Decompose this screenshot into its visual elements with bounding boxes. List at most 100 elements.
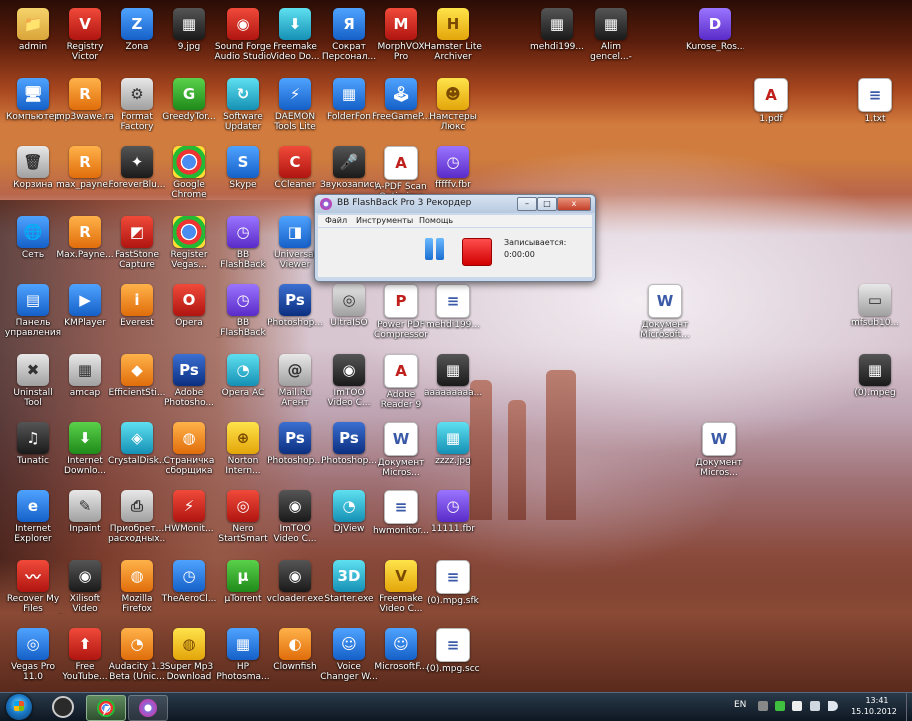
show-desktop-button[interactable]: [906, 693, 912, 721]
desktop-icon[interactable]: ◆ EfficientSti...: [108, 350, 166, 418]
desktop-icon[interactable]: ≡ (0).mpg.sfk: [424, 556, 482, 624]
desktop-icon[interactable]: ⬇ Freemake Video Do...: [266, 4, 324, 72]
volume-icon[interactable]: [828, 701, 838, 711]
desktop-icon[interactable]: ◷BB FlashBack Pro 3 Recor...: [214, 212, 272, 280]
desktop-icon[interactable]: ◉ ImTOO Video C...: [320, 350, 378, 418]
desktop-icon[interactable]: 〰 Recover My Files: [4, 556, 62, 624]
desktop-icon[interactable]: W Документ Micros...: [690, 418, 748, 486]
desktop-icon[interactable]: ≡ 1.txt: [846, 74, 904, 142]
desktop-icon[interactable]: ▤ Панель управления: [4, 280, 62, 348]
desktop-icon[interactable]: ◉ ImTOO Video C...: [266, 486, 324, 554]
desktop-icon[interactable]: µ µTorrent: [214, 556, 272, 624]
desktop-icon[interactable]: ↻ Software Updater: [214, 74, 272, 142]
desktop-icon[interactable]: ✎ Inpaint: [56, 486, 114, 554]
desktop-icon[interactable]: H Hamster Lite Archiver: [424, 4, 482, 72]
clock-time[interactable]: 13:41: [852, 696, 902, 705]
language-indicator[interactable]: EN: [734, 700, 746, 710]
desktop-icon[interactable]: M MorphVOX Pro: [372, 4, 430, 72]
desktop-icon[interactable]: Ps Adobe Photosho...: [160, 350, 218, 418]
desktop-icon[interactable]: A Adobe Reader 9: [372, 350, 430, 418]
desktop-icon[interactable]: ⬆ Free YouTube...: [56, 624, 114, 692]
desktop-icon[interactable]: ▦ 9.jpg: [160, 4, 218, 72]
desktop-icon[interactable]: Rmp3wawe.rar: [56, 74, 114, 142]
desktop-icon[interactable]: W Документ Microsoft...: [636, 280, 694, 348]
desktop-icon[interactable]: e Internet Explorer: [4, 486, 62, 554]
desktop-icon[interactable]: ◷ TheAeroCl...: [160, 556, 218, 624]
desktop-icon[interactable]: ◷ 11111.fbr: [424, 486, 482, 554]
desktop-icon[interactable]: ☻ Намстеры Люкс: [424, 74, 482, 142]
desktop-icon[interactable]: ♫ Tunatic: [4, 418, 62, 486]
desktop-icon[interactable]: ✖ Uninstall Tool: [4, 350, 62, 418]
desktop-icon[interactable]: ◩ FastStone Capture: [108, 212, 166, 280]
desktop-icon[interactable]: ▦ HP Photosma...: [214, 624, 272, 692]
desktop-icon[interactable]: ▦ (0).mpeg: [846, 350, 904, 418]
desktop-icon[interactable]: R Max.Payne...: [56, 212, 114, 280]
minimize-button[interactable]: –: [517, 197, 537, 211]
desktop-icon[interactable]: ▦ mehdi199...: [528, 4, 586, 72]
desktop-icon[interactable]: 🌐 Сеть: [4, 212, 62, 280]
desktop-icon[interactable]: Ps Photoshop...: [266, 280, 324, 348]
desktop-icon[interactable]: 🖥 Компьютер: [4, 74, 62, 142]
window-titlebar[interactable]: BB FlashBack Pro 3 Рекордер – □ x: [315, 195, 595, 213]
desktop-icon[interactable]: Z Zona: [108, 4, 166, 72]
menu-tools[interactable]: Инструменты: [356, 216, 413, 225]
desktop-icon[interactable]: 🕹 FreeGameP...: [372, 74, 430, 142]
desktop-icon[interactable]: ◉Xilisoft Video Converter ...: [56, 556, 114, 624]
desktop-icon[interactable]: ◷BB FlashBack Pro 3 Player: [214, 280, 272, 348]
desktop-icon[interactable]: 🗑 Корзина: [4, 142, 62, 210]
menu-help[interactable]: Помощь: [419, 216, 453, 225]
desktop-icon[interactable]: 3D Starter.exe: [320, 556, 378, 624]
maximize-button[interactable]: □: [537, 197, 557, 211]
desktop-icon[interactable]: i Everest: [108, 280, 166, 348]
desktop-icon[interactable]: ◉ Sound Forge Audio Studio: [214, 4, 272, 72]
desktop-icon[interactable]: ≡ mehdi199...: [424, 280, 482, 348]
menu-file[interactable]: Файл: [325, 216, 347, 225]
desktop-icon[interactable]: ▦ aaaaaaaaa...: [424, 350, 482, 418]
desktop-icon[interactable]: ▦ amcap: [56, 350, 114, 418]
desktop-icon[interactable]: ◔ Audacity 1.3 Beta (Unic...: [108, 624, 166, 692]
desktop-icon[interactable]: ▦Alim gencel...-ta...: [582, 4, 640, 72]
flashback-recorder-window[interactable]: BB FlashBack Pro 3 Рекордер – □ x Файл И…: [314, 194, 596, 282]
stop-button[interactable]: [462, 238, 492, 266]
desktop-icon[interactable]: ◎ Vegas Pro 11.0: [4, 624, 62, 692]
close-button[interactable]: x: [557, 197, 591, 211]
desktop-icon[interactable]: ▶ KMPlayer: [56, 280, 114, 348]
desktop-icon[interactable]: ◔ DjView: [320, 486, 378, 554]
pause-button[interactable]: [421, 236, 447, 262]
desktop-icon[interactable]: Ps Photoshop...: [320, 418, 378, 486]
desktop-icon[interactable]: ◐ Clownfish: [266, 624, 324, 692]
desktop-icon[interactable]: V Freemake Video C...: [372, 556, 430, 624]
desktop-icon[interactable]: Register Vegas...: [160, 212, 218, 280]
desktop-icon[interactable]: ≡ (0).mpg.scc: [424, 624, 482, 692]
desktop-icon[interactable]: ☺ MicrosoftF...: [372, 624, 430, 692]
desktop-icon[interactable]: ◎ UltraISO: [320, 280, 378, 348]
desktop-icon[interactable]: Google Chrome: [160, 142, 218, 210]
desktop-icon[interactable]: Ps Photoshop...: [266, 418, 324, 486]
desktop-icon[interactable]: ⬇ Internet Downlo...: [56, 418, 114, 486]
desktop-icon[interactable]: ✦ ForeverBlu...: [108, 142, 166, 210]
desktop-icon[interactable]: ◍ Super Mp3 Download: [160, 624, 218, 692]
desktop-icon[interactable]: ⚙ Format Factory: [108, 74, 166, 142]
desktop-icon[interactable]: S Skype: [214, 142, 272, 210]
clock-date[interactable]: 15.10.2012: [844, 707, 904, 716]
desktop-icon[interactable]: ◎ Nero StartSmart: [214, 486, 272, 554]
desktop-icon[interactable]: Rmax_payne...: [56, 142, 114, 210]
desktop-icon[interactable]: ▦ zzzz.jpg: [424, 418, 482, 486]
desktop-icon[interactable]: ⎙ Приобрет... расходных...: [108, 486, 166, 554]
desktop-icon[interactable]: ◍ Mozilla Firefox: [108, 556, 166, 624]
desktop-icon[interactable]: O Opera: [160, 280, 218, 348]
network-tray-icon[interactable]: [810, 701, 820, 711]
desktop-icon[interactable]: ◍ Страничка сборщика: [160, 418, 218, 486]
desktop-icon[interactable]: W Документ Micros...: [372, 418, 430, 486]
desktop-icon[interactable]: ≡ hwmonitor...: [372, 486, 430, 554]
desktop-icon[interactable]: ⚡ DAEMON Tools Lite: [266, 74, 324, 142]
desktop-icon[interactable]: @ Mail.Ru Агент: [266, 350, 324, 418]
desktop-icon[interactable]: ▭ mfsub10...: [846, 280, 904, 348]
desktop-icon[interactable]: V Registry Victor: [56, 4, 114, 72]
desktop-icon[interactable]: ▦ FolderFon: [320, 74, 378, 142]
desktop-icon[interactable]: ◈ CrystalDisk...: [108, 418, 166, 486]
desktop-icon[interactable]: P Power PDF Compressor: [372, 280, 430, 348]
desktop-icon[interactable]: A 1.pdf: [742, 74, 800, 142]
signal-bars-icon[interactable]: [758, 701, 768, 711]
desktop-icon[interactable]: ⊕ Norton Intern...: [214, 418, 272, 486]
